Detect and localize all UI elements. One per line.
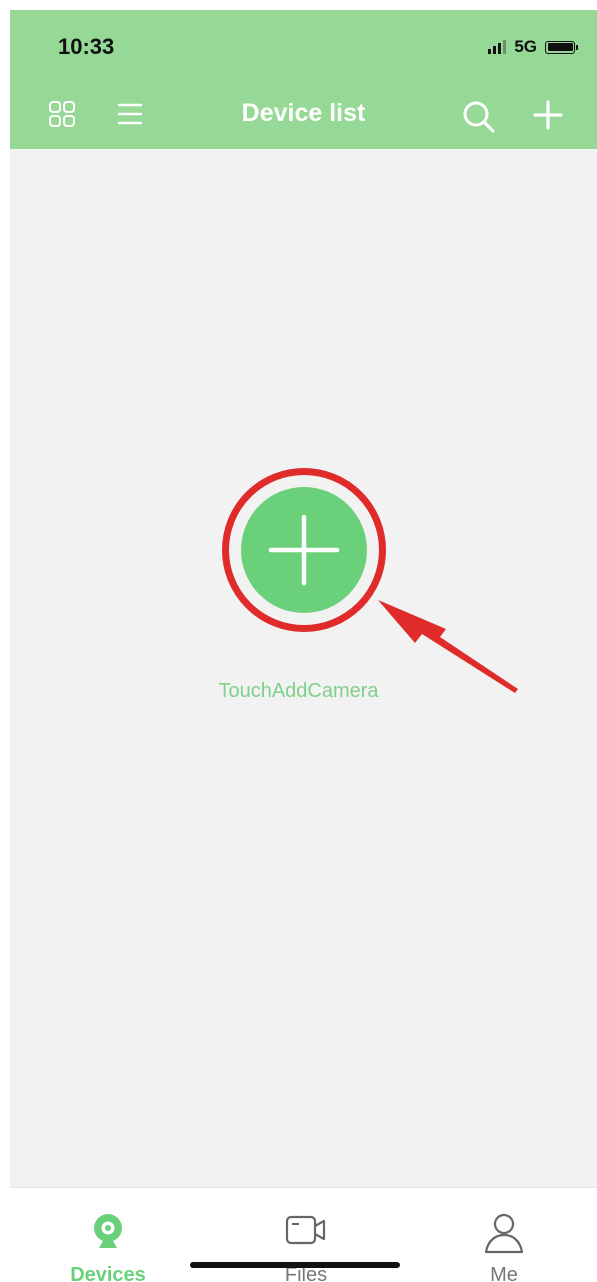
tab-devices[interactable]: Devices — [48, 1188, 168, 1282]
home-indicator[interactable] — [190, 1262, 400, 1268]
phone-screen: 10:33 5G Device list TouchAddCamera Devi… — [10, 10, 597, 1282]
camera-icon — [94, 1214, 122, 1248]
tab-me[interactable]: Me — [444, 1188, 564, 1282]
video-file-icon — [285, 1215, 326, 1245]
annotation-arrow — [378, 600, 518, 693]
tab-label-devices: Devices — [70, 1264, 146, 1282]
tab-label-me: Me — [490, 1264, 518, 1282]
person-icon — [484, 1213, 524, 1254]
